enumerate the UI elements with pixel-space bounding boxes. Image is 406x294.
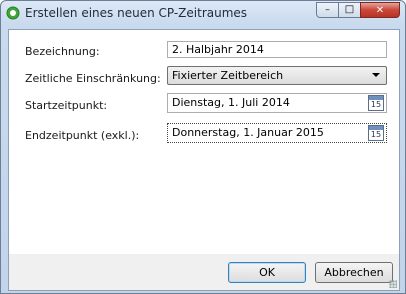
resize-grip[interactable]	[389, 280, 397, 288]
window-controls: – □ ✕	[316, 2, 400, 19]
start-date-value: Dienstag, 1. Juli 2014	[172, 96, 290, 109]
name-field[interactable]: 2. Halbjahr 2014	[167, 41, 387, 58]
calendar-day: 15	[370, 130, 382, 139]
end-date-value: Donnerstag, 1. Januar 2015	[172, 126, 324, 139]
start-date-picker[interactable]: Dienstag, 1. Juli 2014 15	[167, 93, 387, 113]
restriction-label: Zeitliche Einschränkung:	[25, 72, 161, 85]
form-panel: Bezeichnung: 2. Halbjahr 2014 Zeitliche …	[8, 29, 400, 255]
restriction-dropdown[interactable]: Fixierter Zeitbereich	[167, 66, 387, 85]
name-label: Bezeichnung:	[25, 45, 100, 58]
chevron-down-icon	[372, 73, 380, 77]
calendar-icon[interactable]: 15	[368, 95, 384, 111]
name-value: 2. Halbjahr 2014	[172, 43, 264, 56]
minimize-button[interactable]: –	[316, 2, 339, 18]
cancel-button[interactable]: Abbrechen	[315, 262, 393, 283]
minimize-icon: –	[325, 4, 330, 15]
end-date-picker[interactable]: Donnerstag, 1. Januar 2015 15	[167, 123, 387, 143]
start-label: Startzeitpunkt:	[25, 99, 108, 112]
end-label: Endzeitpunkt (exkl.):	[25, 129, 140, 142]
close-icon: ✕	[375, 4, 385, 16]
maximize-icon: □	[344, 4, 355, 15]
dialog-window: Erstellen eines neuen CP-Zeitraumes – □ …	[0, 0, 406, 294]
maximize-button[interactable]: □	[338, 2, 361, 18]
title-bar[interactable]: Erstellen eines neuen CP-Zeitraumes – □ …	[1, 1, 405, 25]
calendar-icon[interactable]: 15	[368, 125, 384, 141]
window-title: Erstellen eines neuen CP-Zeitraumes	[25, 6, 248, 20]
close-button[interactable]: ✕	[360, 2, 400, 18]
button-bar: OK Abbrechen	[8, 254, 400, 291]
ok-button[interactable]: OK	[228, 262, 306, 283]
app-icon	[6, 6, 20, 20]
restriction-value: Fixierter Zeitbereich	[172, 69, 284, 82]
calendar-day: 15	[370, 100, 382, 109]
